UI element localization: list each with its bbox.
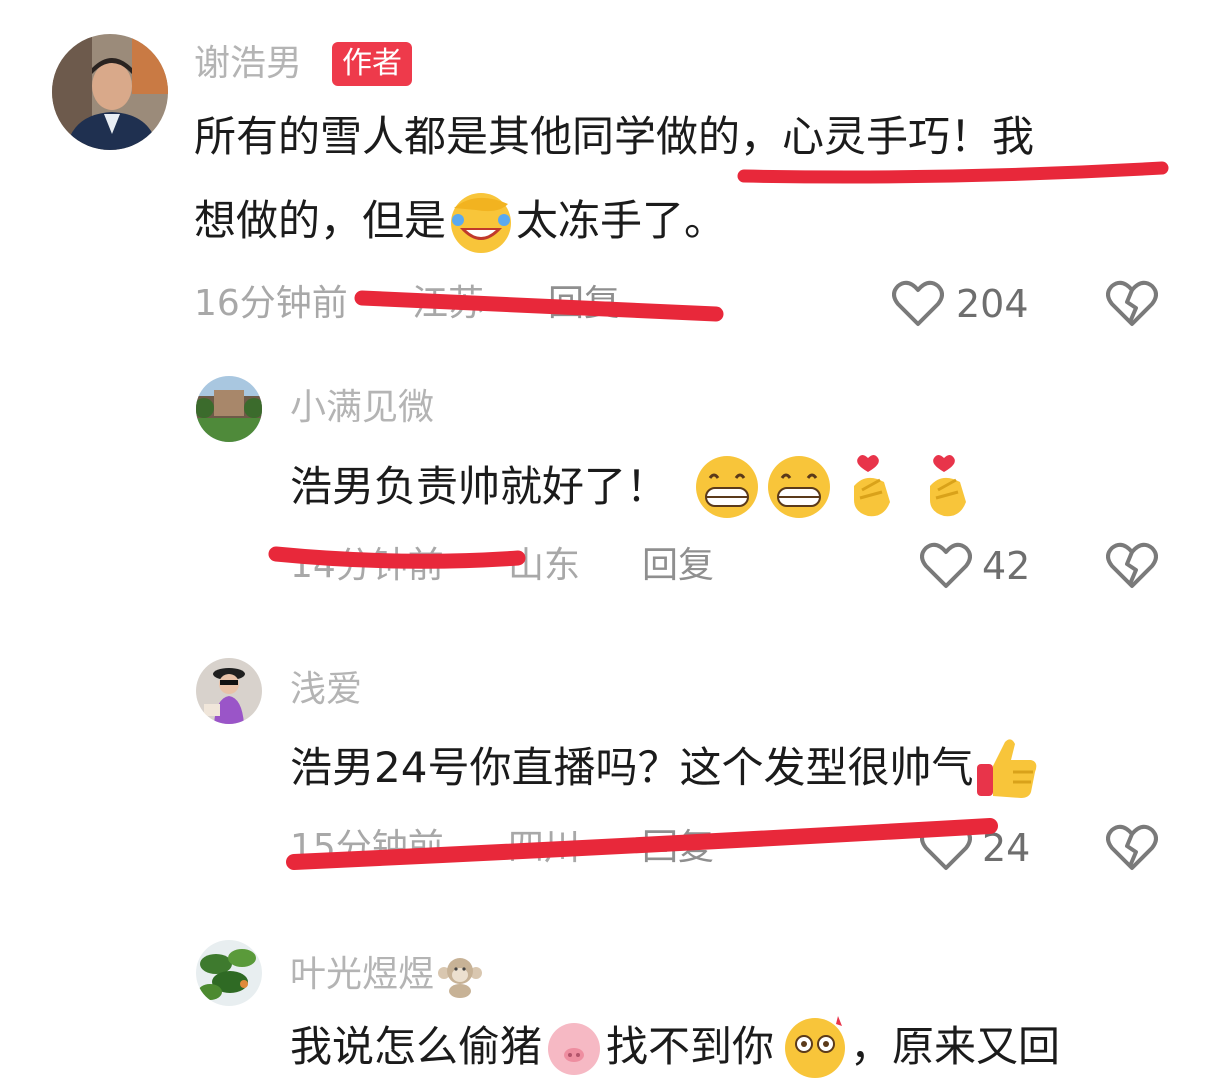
like-count: 42 (982, 544, 1031, 588)
like-button[interactable]: 204 (892, 278, 1042, 330)
comment-text-part: 浩男负责帅就好了！ (290, 462, 669, 511)
comment-text-part: 我说怎么偷猪 (290, 1022, 543, 1071)
broken-heart-icon[interactable] (1106, 280, 1158, 328)
comment-text: 我说怎么偷猪 找不到你 ，原来又回 (290, 1012, 1060, 1082)
username: 叶光煜煜 (290, 954, 435, 995)
comment-text-part: 太冻手了。 (516, 196, 727, 245)
avatar[interactable] (196, 940, 262, 1006)
comment-text-part: ，原来又回 (850, 1022, 1061, 1071)
location: 四川 (508, 827, 581, 868)
like-button[interactable]: 24 (920, 822, 1040, 874)
grin-emoji-icon (764, 452, 834, 522)
reply-button[interactable]: 回复 (642, 826, 714, 870)
like-button[interactable]: 42 (920, 540, 1040, 592)
location: 江苏 (412, 283, 485, 324)
username[interactable]: 浅爱 (290, 668, 362, 712)
finger-heart-emoji-icon (840, 452, 910, 522)
heart-icon (920, 824, 972, 872)
finger-heart-emoji-icon (916, 452, 986, 522)
reply-button[interactable]: 回复 (548, 282, 620, 326)
heart-icon (920, 542, 972, 590)
facepalm-laugh-emoji-icon (446, 186, 516, 256)
avatar[interactable] (196, 658, 262, 724)
dizzy-face-emoji-icon (780, 1012, 850, 1082)
time-stamp: 15分钟前 (290, 827, 444, 868)
comment-text-part: 想做的，但是 (194, 196, 447, 245)
author-badge: 作者 (332, 42, 412, 86)
like-count: 24 (982, 826, 1031, 870)
comment-text-part: 找不到你 (606, 1022, 775, 1071)
monkey-emoji-icon (436, 951, 484, 999)
grin-emoji-icon (692, 452, 762, 522)
thumbs-up-emoji-icon (973, 734, 1041, 802)
pig-emoji-icon (542, 1015, 606, 1079)
comment-text-part: 浩男24号你直播吗？这个发型很帅气 (290, 743, 974, 792)
time-stamp: 16分钟前 (194, 283, 348, 324)
like-count: 204 (956, 282, 1029, 326)
username-row[interactable]: 叶光煜煜 (290, 950, 484, 1000)
comment-text: 浩男负责帅就好了！ (290, 452, 986, 522)
reply-button[interactable]: 回复 (642, 544, 714, 588)
heart-icon (892, 280, 944, 328)
broken-heart-icon[interactable] (1106, 542, 1158, 590)
avatar[interactable] (196, 376, 262, 442)
time-stamp: 14分钟前 (290, 545, 444, 586)
comment-text: 浩男24号你直播吗？这个发型很帅气 (290, 732, 1041, 804)
comment-text-line-2: 想做的，但是 太冻手了。 (194, 193, 727, 253)
username[interactable]: 谢浩男 (194, 42, 302, 86)
avatar[interactable] (52, 34, 168, 150)
username[interactable]: 小满见微 (290, 386, 434, 430)
comment-text-line-1: 所有的雪人都是其他同学做的，心灵手巧！我 (194, 112, 1035, 161)
location: 山东 (508, 545, 581, 586)
broken-heart-icon[interactable] (1106, 824, 1158, 872)
